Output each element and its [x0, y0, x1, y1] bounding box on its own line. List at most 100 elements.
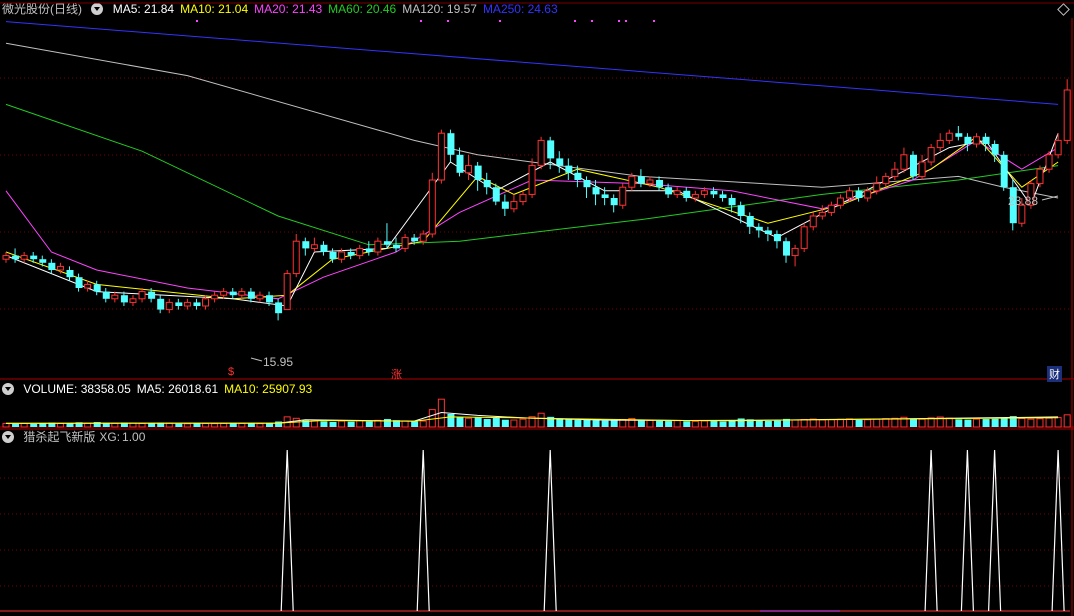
price-low-label: 15.95: [263, 355, 294, 369]
candle-body: [827, 204, 835, 213]
volume-bar: [356, 420, 364, 428]
volume-bar: [347, 421, 355, 427]
volume-bar: [329, 421, 337, 427]
volume-bar: [1018, 417, 1026, 428]
candle-body: [864, 190, 872, 199]
candle-body: [683, 190, 691, 198]
volume-bar: [673, 420, 681, 428]
candle-body: [338, 251, 346, 260]
candle-body: [266, 295, 274, 303]
candle-body: [39, 259, 47, 263]
candle-body: [20, 255, 28, 260]
signal-dot: [653, 20, 655, 22]
candle-body: [955, 133, 963, 137]
candle-body: [220, 291, 228, 296]
candle-body: [873, 183, 881, 192]
candle-body: [347, 252, 355, 256]
candle-body: [882, 175, 890, 185]
candle-body: [202, 298, 210, 307]
candle-body: [510, 201, 518, 210]
candle-body: [320, 244, 328, 252]
volume-bar: [138, 423, 146, 428]
volume-bar: [656, 420, 664, 427]
candle-body: [129, 298, 137, 303]
candle-body: [547, 140, 555, 159]
low-arrow: [250, 357, 263, 362]
volume-bar: [1045, 417, 1053, 428]
volume-bar: [972, 418, 980, 428]
candle-body: [1045, 154, 1053, 170]
volume-bar: [637, 420, 645, 427]
volume-bar: [864, 419, 872, 428]
candle-body: [1000, 154, 1008, 188]
volume-bar: [601, 420, 609, 427]
candle-body: [846, 190, 854, 199]
volume-bar: [310, 420, 318, 428]
volume-bar: [1027, 418, 1035, 428]
volume-bar: [537, 412, 545, 428]
signal-dot: [447, 20, 449, 22]
volume-bar: [683, 421, 691, 427]
candle-body: [656, 180, 664, 188]
candle-body: [175, 302, 183, 306]
candle-body: [773, 234, 781, 242]
candle-body: [556, 158, 564, 166]
candle-body: [465, 165, 473, 174]
candle-body: [755, 226, 763, 231]
candle-body: [383, 241, 391, 245]
volume-bar: [465, 417, 473, 428]
signal-dot: [625, 20, 627, 22]
volume-bar: [773, 420, 781, 427]
candle-body: [791, 247, 799, 257]
candle-body: [964, 136, 972, 144]
candle-body: [492, 187, 500, 202]
volume-bar: [855, 419, 863, 427]
candle-body: [229, 291, 237, 296]
signal-dot: [420, 20, 422, 22]
volume-bar: [583, 419, 591, 427]
volume-panel: VOLUME: 38358.05 MA5: 26018.61 MA10: 25907…: [0, 380, 1074, 428]
marker-dollar: $: [228, 366, 235, 378]
volume-bar: [56, 423, 64, 428]
volume-bar: [111, 422, 119, 428]
volume-bar: [1063, 414, 1071, 428]
candle-body: [211, 294, 219, 300]
volume-bar: [220, 423, 228, 428]
volume-bar: [836, 418, 844, 428]
volume-bar: [256, 423, 264, 428]
candle-body: [120, 295, 128, 303]
candle-body: [700, 190, 708, 195]
volume-bar: [827, 419, 835, 428]
volume-bar: [202, 423, 210, 428]
candle-body: [936, 139, 944, 149]
volume-bar: [665, 421, 673, 427]
candle-body: [411, 237, 419, 242]
candle-body: [148, 291, 156, 299]
volume-bar: [183, 423, 191, 428]
volume-bar: [229, 423, 237, 427]
candle-body: [637, 176, 645, 184]
candle-body: [601, 194, 609, 198]
candle-body: [501, 201, 509, 209]
volume-bar: [846, 418, 854, 428]
volume-bar: [419, 420, 427, 428]
candle-body: [56, 265, 64, 271]
candle-body: [574, 172, 582, 180]
volume-bar: [492, 418, 500, 427]
candle-body: [437, 132, 445, 181]
candle-body: [393, 244, 401, 249]
candle-body: [365, 248, 373, 252]
volume-bar: [945, 417, 953, 428]
candle-body: [592, 187, 600, 195]
volume-bar: [275, 421, 283, 427]
volume-bar: [383, 419, 391, 427]
signal-dot: [196, 20, 198, 22]
volume-bar: [320, 421, 328, 427]
volume-bar: [1000, 417, 1008, 427]
volume-bar: [510, 419, 518, 428]
candle-body: [247, 291, 255, 299]
indicator-chart: [0, 428, 1074, 616]
price-high-label: 23.88: [1008, 194, 1039, 208]
volume-bar: [991, 418, 999, 427]
volume-bar: [556, 418, 564, 427]
